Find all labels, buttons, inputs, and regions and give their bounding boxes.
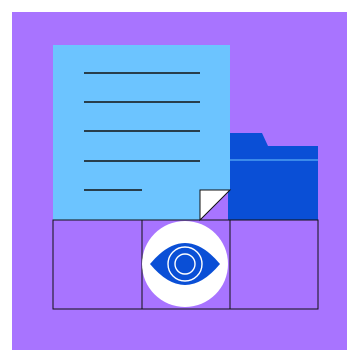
folder-icon — [228, 133, 318, 220]
illustration-canvas — [0, 0, 359, 362]
document-icon — [53, 45, 232, 222]
document-preview-illustration — [12, 12, 347, 350]
eye-icon — [142, 221, 228, 307]
